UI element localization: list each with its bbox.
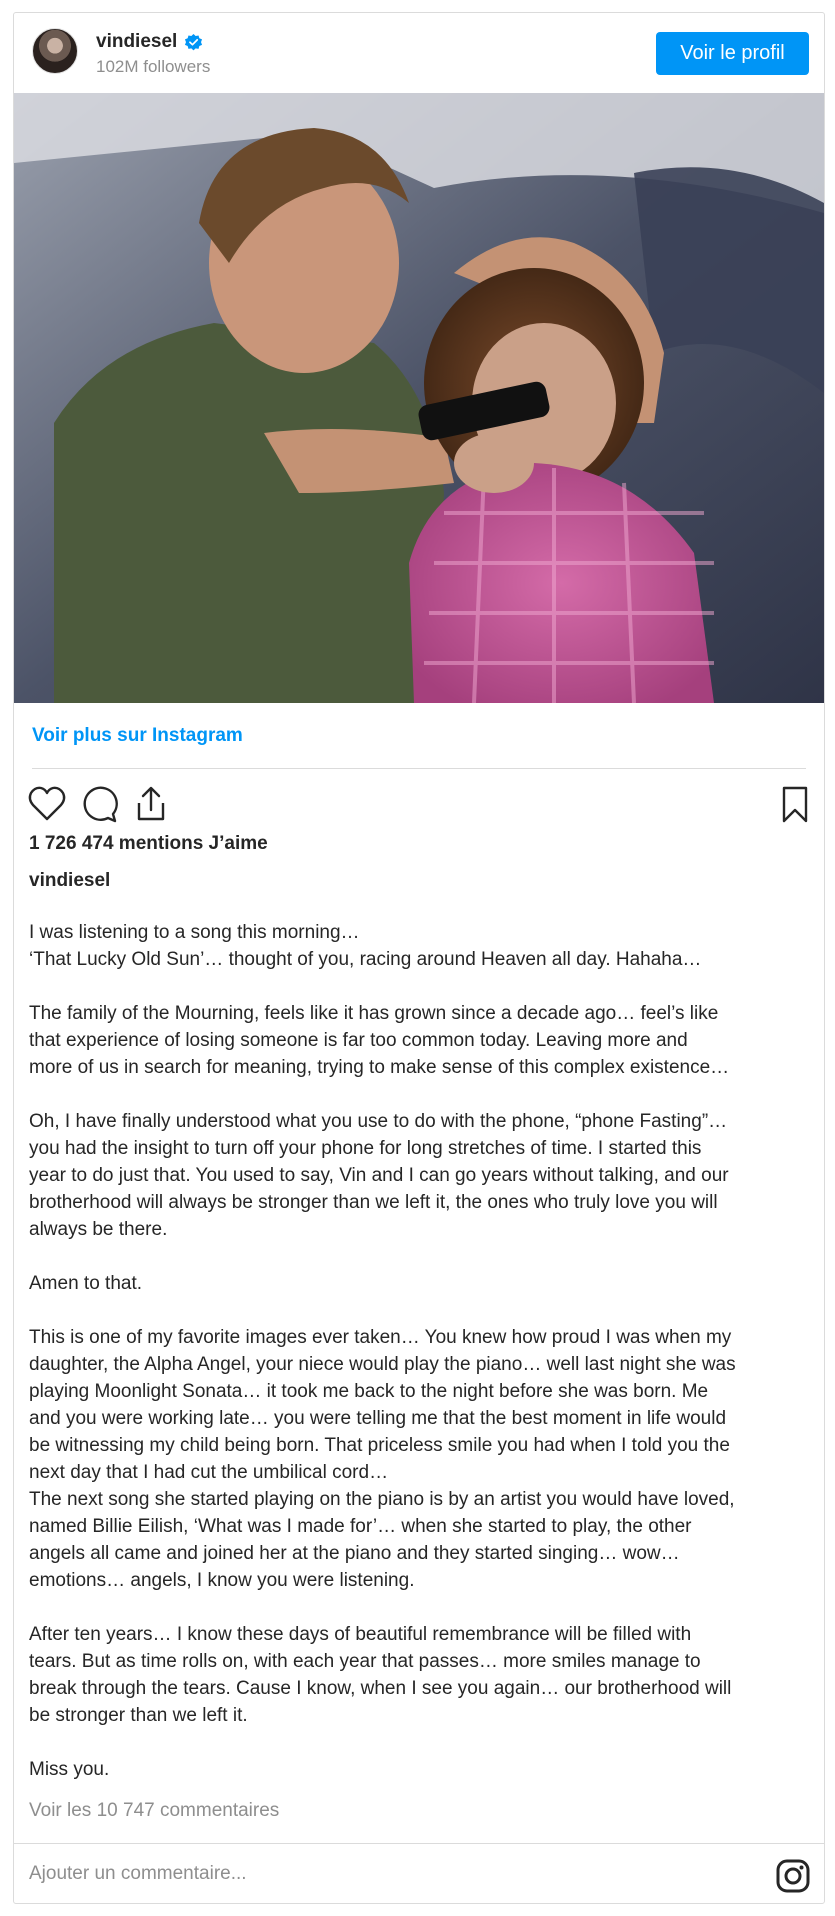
instagram-icon[interactable] — [776, 1859, 810, 1893]
follower-count: 102M followers — [96, 57, 211, 76]
caption-line: you had the insight to turn off your pho… — [29, 1138, 702, 1159]
verified-badge-icon — [184, 33, 203, 51]
caption-line: Miss you. — [29, 1759, 110, 1780]
view-comments-link[interactable]: Voir les 10 747 commentaires — [29, 1800, 279, 1822]
caption-line: brotherhood will always be stronger than… — [29, 1192, 718, 1213]
view-more-on-instagram-link[interactable]: Voir plus sur Instagram — [32, 725, 243, 747]
post-image — [14, 93, 824, 703]
caption-line: be stronger than we left it. — [29, 1705, 248, 1726]
caption-line: This is one of my favorite images ever t… — [29, 1327, 732, 1348]
caption-line: The next song she started playing on the… — [29, 1489, 735, 1510]
caption-line: Oh, I have finally understood what you u… — [29, 1111, 728, 1132]
avatar[interactable] — [32, 28, 78, 74]
caption-line: After ten years… I know these days of be… — [29, 1624, 692, 1645]
caption-line: tears. But as time rolls on, with each y… — [29, 1651, 701, 1672]
caption-line: emotions… angels, I know you were listen… — [29, 1570, 415, 1591]
caption-line: playing Moonlight Sonata… it took me bac… — [29, 1381, 709, 1402]
action-bar — [26, 783, 816, 831]
caption-line: The family of the Mourning, feels like i… — [29, 1003, 719, 1024]
caption-line: named Billie Eilish, ‘What was I made fo… — [29, 1516, 692, 1537]
caption-line: break through the tears. Cause I know, w… — [29, 1678, 732, 1699]
view-profile-button[interactable]: Voir le profil — [656, 32, 809, 75]
caption-line: Amen to that. — [29, 1273, 143, 1294]
username[interactable]: vindiesel — [96, 31, 177, 53]
add-comment-input[interactable] — [29, 1856, 729, 1892]
caption-username[interactable]: vindiesel — [29, 870, 110, 892]
comment-icon[interactable] — [78, 783, 120, 825]
instagram-embed-card: vindiesel 102M followers Voir le profil — [13, 12, 825, 1904]
caption-line: more of us in search for meaning, trying… — [29, 1057, 730, 1078]
caption-line: and you were working late… you were tell… — [29, 1408, 727, 1429]
caption-line: angels all came and joined her at the pi… — [29, 1543, 680, 1564]
heart-icon[interactable] — [26, 783, 68, 825]
post-photo[interactable] — [14, 93, 824, 703]
caption-line: year to do just that. You used to say, V… — [29, 1165, 729, 1186]
caption-line: always be there. — [29, 1219, 168, 1240]
caption-line: be witnessing my child being born. That … — [29, 1435, 730, 1456]
caption-text: I was listening to a song this morning… ‘… — [29, 919, 819, 1783]
caption-line: next day that I had cut the umbilical co… — [29, 1462, 389, 1483]
caption-line: daughter, the Alpha Angel, your niece wo… — [29, 1354, 736, 1375]
caption-line: ‘That Lucky Old Sun’… thought of you, ra… — [29, 949, 702, 970]
divider — [14, 1843, 824, 1844]
caption-line: that experience of losing someone is far… — [29, 1030, 688, 1051]
caption-line: I was listening to a song this morning… — [29, 922, 360, 943]
divider — [32, 768, 806, 769]
share-icon[interactable] — [130, 783, 172, 825]
like-count[interactable]: 1 726 474 mentions J’aime — [29, 833, 268, 855]
post-header: vindiesel 102M followers Voir le profil — [14, 13, 824, 93]
bookmark-icon[interactable] — [774, 783, 816, 825]
